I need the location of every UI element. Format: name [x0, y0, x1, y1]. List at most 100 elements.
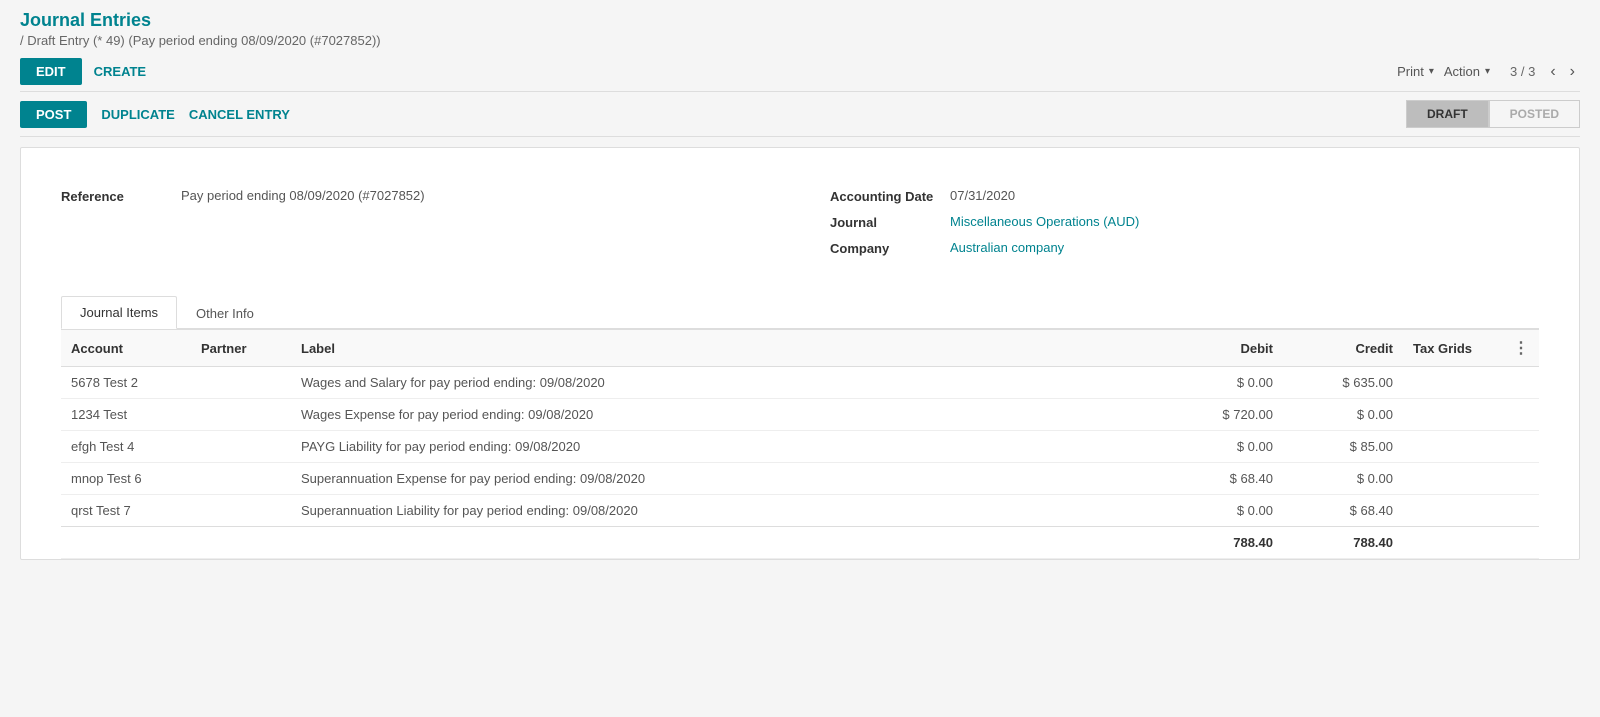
reference-label: Reference [61, 188, 181, 204]
cell-label: Wages Expense for pay period ending: 09/… [291, 399, 1163, 431]
table-row[interactable]: efgh Test 4 PAYG Liability for pay perio… [61, 431, 1539, 463]
cell-partner [191, 367, 291, 399]
totals-empty-1 [61, 527, 191, 559]
print-label: Print [1397, 64, 1424, 79]
draft-status-button[interactable]: DRAFT [1406, 100, 1489, 128]
cell-partner [191, 495, 291, 527]
cell-credit: $ 0.00 [1283, 463, 1403, 495]
cell-credit: $ 68.40 [1283, 495, 1403, 527]
accounting-date-label: Accounting Date [830, 188, 950, 204]
cell-account: 1234 Test [61, 399, 191, 431]
col-credit: Credit [1283, 330, 1403, 367]
top-toolbar: EDIT CREATE Print ▾ Action ▾ 3 / 3 ‹ › [20, 52, 1580, 92]
cell-partner [191, 463, 291, 495]
journal-label: Journal [830, 214, 950, 230]
table-row[interactable]: 5678 Test 2 Wages and Salary for pay per… [61, 367, 1539, 399]
company-label: Company [830, 240, 950, 256]
print-chevron-icon: ▾ [1429, 66, 1434, 77]
cell-account: qrst Test 7 [61, 495, 191, 527]
breadcrumb-subtitle: / Draft Entry (* 49) (Pay period ending … [20, 33, 1580, 48]
prev-record-button[interactable]: ‹ [1545, 61, 1560, 83]
page-title: Journal Entries [20, 10, 1580, 31]
cell-more [1503, 399, 1539, 431]
cell-label: Superannuation Liability for pay period … [291, 495, 1163, 527]
record-nav-info: 3 / 3 [1510, 64, 1535, 79]
accounting-date-field: Accounting Date 07/31/2020 [830, 188, 1539, 204]
reference-field: Reference Pay period ending 08/09/2020 (… [61, 188, 770, 204]
col-tax-grids: Tax Grids [1403, 330, 1503, 367]
form-section: Reference Pay period ending 08/09/2020 (… [61, 178, 1539, 266]
cell-credit: $ 85.00 [1283, 431, 1403, 463]
cell-debit: $ 0.00 [1163, 367, 1283, 399]
col-more: ⋮ [1503, 330, 1539, 367]
table-row[interactable]: 1234 Test Wages Expense for pay period e… [61, 399, 1539, 431]
journal-value[interactable]: Miscellaneous Operations (AUD) [950, 214, 1139, 229]
cell-partner [191, 431, 291, 463]
record-navigation: ‹ › [1545, 61, 1580, 83]
company-value[interactable]: Australian company [950, 240, 1064, 255]
totals-debit: 788.40 [1163, 527, 1283, 559]
table-more-icon[interactable]: ⋮ [1513, 340, 1529, 357]
totals-empty-2 [191, 527, 291, 559]
status-area: DRAFT POSTED [1406, 100, 1580, 128]
totals-empty-5 [1503, 527, 1539, 559]
edit-button[interactable]: EDIT [20, 58, 82, 85]
tab-other-info[interactable]: Other Info [177, 296, 273, 329]
action-chevron-icon: ▾ [1485, 66, 1490, 77]
col-label: Label [291, 330, 1163, 367]
col-account: Account [61, 330, 191, 367]
table-row[interactable]: qrst Test 7 Superannuation Liability for… [61, 495, 1539, 527]
tab-journal-items[interactable]: Journal Items [61, 296, 177, 329]
content-card: Reference Pay period ending 08/09/2020 (… [20, 147, 1580, 560]
tabs: Journal Items Other Info [61, 296, 1539, 329]
cell-tax-grids [1403, 399, 1503, 431]
cell-partner [191, 399, 291, 431]
cell-credit: $ 0.00 [1283, 399, 1403, 431]
col-debit: Debit [1163, 330, 1283, 367]
breadcrumb: Journal Entries / Draft Entry (* 49) (Pa… [20, 10, 1580, 48]
cell-tax-grids [1403, 495, 1503, 527]
form-right: Accounting Date 07/31/2020 Journal Misce… [830, 188, 1539, 266]
action-toolbar: POST DUPLICATE CANCEL ENTRY DRAFT POSTED [20, 92, 1580, 137]
journal-field: Journal Miscellaneous Operations (AUD) [830, 214, 1539, 230]
totals-row: 788.40 788.40 [61, 527, 1539, 559]
reference-value: Pay period ending 08/09/2020 (#7027852) [181, 188, 425, 203]
cell-tax-grids [1403, 367, 1503, 399]
journal-items-table: Account Partner Label Debit Credit [61, 329, 1539, 559]
cell-label: PAYG Liability for pay period ending: 09… [291, 431, 1163, 463]
company-field: Company Australian company [830, 240, 1539, 256]
col-partner: Partner [191, 330, 291, 367]
cell-account: efgh Test 4 [61, 431, 191, 463]
table-row[interactable]: mnop Test 6 Superannuation Expense for p… [61, 463, 1539, 495]
form-left: Reference Pay period ending 08/09/2020 (… [61, 188, 770, 266]
totals-credit: 788.40 [1283, 527, 1403, 559]
cell-tax-grids [1403, 431, 1503, 463]
cell-more [1503, 463, 1539, 495]
totals-empty-4 [1403, 527, 1503, 559]
cell-more [1503, 495, 1539, 527]
post-button[interactable]: POST [20, 101, 87, 128]
cell-debit: $ 720.00 [1163, 399, 1283, 431]
cell-debit: $ 0.00 [1163, 431, 1283, 463]
duplicate-button[interactable]: DUPLICATE [101, 107, 174, 122]
cancel-entry-button[interactable]: CANCEL ENTRY [189, 107, 290, 122]
cell-more [1503, 431, 1539, 463]
accounting-date-value: 07/31/2020 [950, 188, 1015, 203]
create-button[interactable]: CREATE [94, 64, 146, 79]
totals-empty-3 [291, 527, 1163, 559]
cell-debit: $ 68.40 [1163, 463, 1283, 495]
cell-account: 5678 Test 2 [61, 367, 191, 399]
posted-status-button[interactable]: POSTED [1489, 100, 1580, 128]
cell-label: Superannuation Expense for pay period en… [291, 463, 1163, 495]
cell-more [1503, 367, 1539, 399]
print-button[interactable]: Print ▾ [1397, 64, 1434, 79]
action-button[interactable]: Action ▾ [1444, 64, 1490, 79]
action-label: Action [1444, 64, 1480, 79]
next-record-button[interactable]: › [1565, 61, 1580, 83]
cell-credit: $ 635.00 [1283, 367, 1403, 399]
cell-tax-grids [1403, 463, 1503, 495]
cell-debit: $ 0.00 [1163, 495, 1283, 527]
cell-account: mnop Test 6 [61, 463, 191, 495]
cell-label: Wages and Salary for pay period ending: … [291, 367, 1163, 399]
table-header-row: Account Partner Label Debit Credit [61, 330, 1539, 367]
